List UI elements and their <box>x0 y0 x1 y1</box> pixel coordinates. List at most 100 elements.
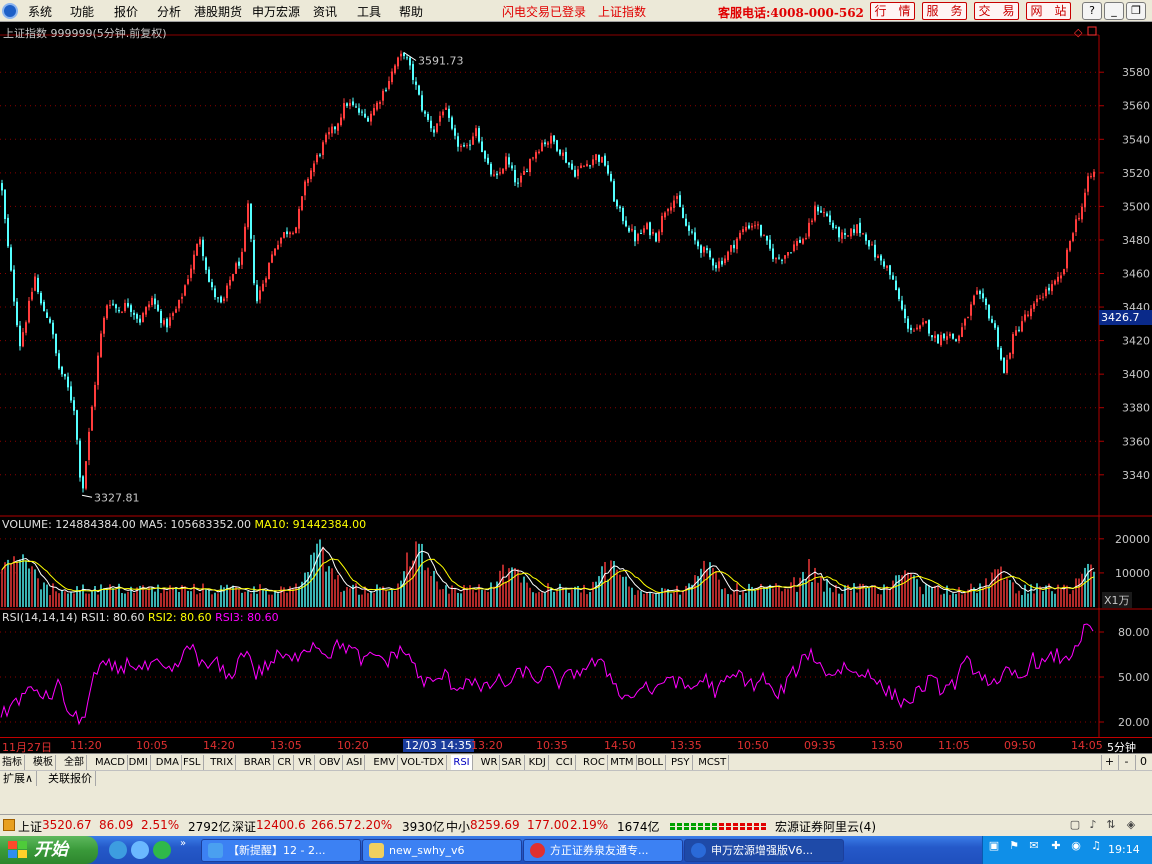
zx-index-name[interactable]: 中小 <box>446 818 470 835</box>
tray-flag-icon[interactable]: ⚑ <box>1007 839 1021 853</box>
expand-quicklaunch-icon[interactable]: » <box>180 838 186 849</box>
browser-icon[interactable] <box>131 841 149 859</box>
maximize-chart-icon[interactable] <box>1087 26 1097 36</box>
tray-chat-icon[interactable]: ✉ <box>1027 839 1041 853</box>
app-logo-icon[interactable] <box>2 3 18 19</box>
indicator-tab-brar[interactable]: BRAR <box>242 755 274 770</box>
candle-up <box>145 306 147 315</box>
low-label: 3327.81 <box>94 491 140 504</box>
service-button[interactable]: 服 务 <box>922 2 967 20</box>
meter-cell <box>747 823 752 826</box>
menu-function[interactable]: 功能 <box>70 3 94 20</box>
task-forum[interactable]: 【新提醒】12 - 2... <box>201 839 361 862</box>
settings-icon[interactable]: ◈ <box>1124 818 1138 832</box>
help-icon[interactable]: ? <box>1082 2 1102 20</box>
indicator-tab-cr[interactable]: CR <box>275 755 295 770</box>
server-name[interactable]: 宏源证券阿里云(4) <box>775 818 876 835</box>
indicator-tab-rsi[interactable]: RSI <box>451 755 473 770</box>
zoom-out-button[interactable]: - <box>1118 755 1134 770</box>
task-folder[interactable]: new_swhy_v6 <box>362 839 522 862</box>
sh-index-name[interactable]: 上证 <box>18 818 42 835</box>
expand-tab[interactable]: 扩展∧ <box>0 771 38 787</box>
menu-tools[interactable]: 工具 <box>357 3 381 20</box>
tray-volume-icon[interactable]: ♫ <box>1089 839 1103 853</box>
current-index-name[interactable]: 上证指数 <box>598 3 646 20</box>
indicator-tab-dmi[interactable]: DMI <box>127 755 151 770</box>
indicator-tab-trix[interactable]: TRIX <box>208 755 237 770</box>
tray-monitor-icon[interactable]: ▣ <box>987 839 1001 853</box>
indicator-tab-boll[interactable]: BOLL <box>635 755 667 770</box>
indicator-tab-indicators[interactable]: 指标 <box>0 755 25 770</box>
candle-up <box>703 246 705 253</box>
window-icon[interactable]: ▢ <box>1068 818 1082 832</box>
network-icon[interactable]: ⇅ <box>1104 818 1118 832</box>
restore-icon[interactable]: ❐ <box>1126 2 1146 20</box>
candle-down <box>286 231 288 235</box>
minimize-icon[interactable]: _ <box>1104 2 1124 20</box>
windows-logo-icon <box>8 841 27 858</box>
ie-icon[interactable] <box>109 841 127 859</box>
indicator-tab-dma[interactable]: DMA <box>154 755 182 770</box>
website-button[interactable]: 网 站 <box>1026 2 1071 20</box>
indicator-tab-emv[interactable]: EMV <box>371 755 399 770</box>
zoom-in-button[interactable]: + <box>1101 755 1117 770</box>
menu-analysis[interactable]: 分析 <box>157 3 181 20</box>
indicator-tab-vr[interactable]: VR <box>296 755 315 770</box>
indicator-tab-cci[interactable]: CCI <box>554 755 576 770</box>
candle-up <box>475 128 477 137</box>
diamond-icon[interactable]: ◇ <box>1074 26 1083 39</box>
candle-down <box>616 200 618 207</box>
menu-hk-futures[interactable]: 港股期货 <box>194 3 242 20</box>
fangzheng-app-icon <box>530 843 545 858</box>
menu-news[interactable]: 资讯 <box>313 3 337 20</box>
indicator-tab-roc[interactable]: ROC <box>581 755 608 770</box>
indicator-tab-mcst[interactable]: MCST <box>696 755 730 770</box>
task-swhy[interactable]: 申万宏源增强版V6... <box>684 839 844 862</box>
indicator-tab-wr[interactable]: WR <box>479 755 501 770</box>
candle-up <box>277 244 279 250</box>
sh-index-value: 3520.67 <box>42 818 92 832</box>
indicator-tab-voltdx[interactable]: VOL-TDX <box>399 755 447 770</box>
candle-up <box>850 228 852 237</box>
lock-icon[interactable] <box>3 819 15 831</box>
trade-login-status[interactable]: 闪电交易已登录 <box>502 3 586 20</box>
menu-quote[interactable]: 报价 <box>114 3 138 20</box>
candle-up <box>586 163 588 167</box>
menu-system[interactable]: 系统 <box>28 3 52 20</box>
candle-up <box>1063 269 1065 275</box>
candle-down <box>544 142 546 145</box>
indicator-tab-macd[interactable]: MACD <box>93 755 128 770</box>
candle-up <box>1066 249 1068 269</box>
candle-down <box>157 304 159 311</box>
menu-swhy[interactable]: 申万宏源 <box>252 3 300 20</box>
task-fangzheng[interactable]: 方正证券泉友通专... <box>523 839 683 862</box>
indicator-tab-mtm[interactable]: MTM <box>608 755 637 770</box>
start-button[interactable]: 开始 <box>0 836 98 864</box>
sound-icon[interactable]: ♪ <box>1086 818 1100 832</box>
tray-shield-icon[interactable]: ✚ <box>1049 839 1063 853</box>
indicator-tab-obv[interactable]: OBV <box>317 755 344 770</box>
tray-qq-icon[interactable]: ◉ <box>1069 839 1083 853</box>
indicator-tab-all[interactable]: 全部 <box>62 755 87 770</box>
candle-up <box>88 431 90 461</box>
sz-index-name[interactable]: 深证 <box>232 818 256 835</box>
indicator-tab-templates[interactable]: 模板 <box>31 755 56 770</box>
candle-down <box>478 128 480 142</box>
menu-help[interactable]: 帮助 <box>399 3 423 20</box>
zx-index-pct: 2.19% <box>570 818 609 832</box>
time-label: 13:20 <box>471 739 503 752</box>
indicator-tab-sar[interactable]: SAR <box>499 755 525 770</box>
chart-area[interactable]: 3340336033803400342034403460348035003520… <box>0 23 1152 758</box>
time-axis[interactable]: 11月27日 11:20 10:05 14:20 13:05 10:20 12/… <box>0 737 1152 754</box>
candle-down <box>508 157 510 165</box>
indicator-tab-kdj[interactable]: KDJ <box>527 755 549 770</box>
related-quotes-tab[interactable]: 关联报价 <box>45 771 96 787</box>
trade-button[interactable]: 交 易 <box>974 2 1019 20</box>
app-quicklaunch-icon[interactable] <box>153 841 171 859</box>
reset-zoom-button[interactable]: 0 <box>1135 755 1151 770</box>
indicator-tab-fsl[interactable]: FSL <box>181 755 204 770</box>
candle-down <box>838 227 840 238</box>
indicator-tab-asi[interactable]: ASI <box>344 755 366 770</box>
quotes-button[interactable]: 行 情 <box>870 2 915 20</box>
indicator-tab-psy[interactable]: PSY <box>669 755 693 770</box>
